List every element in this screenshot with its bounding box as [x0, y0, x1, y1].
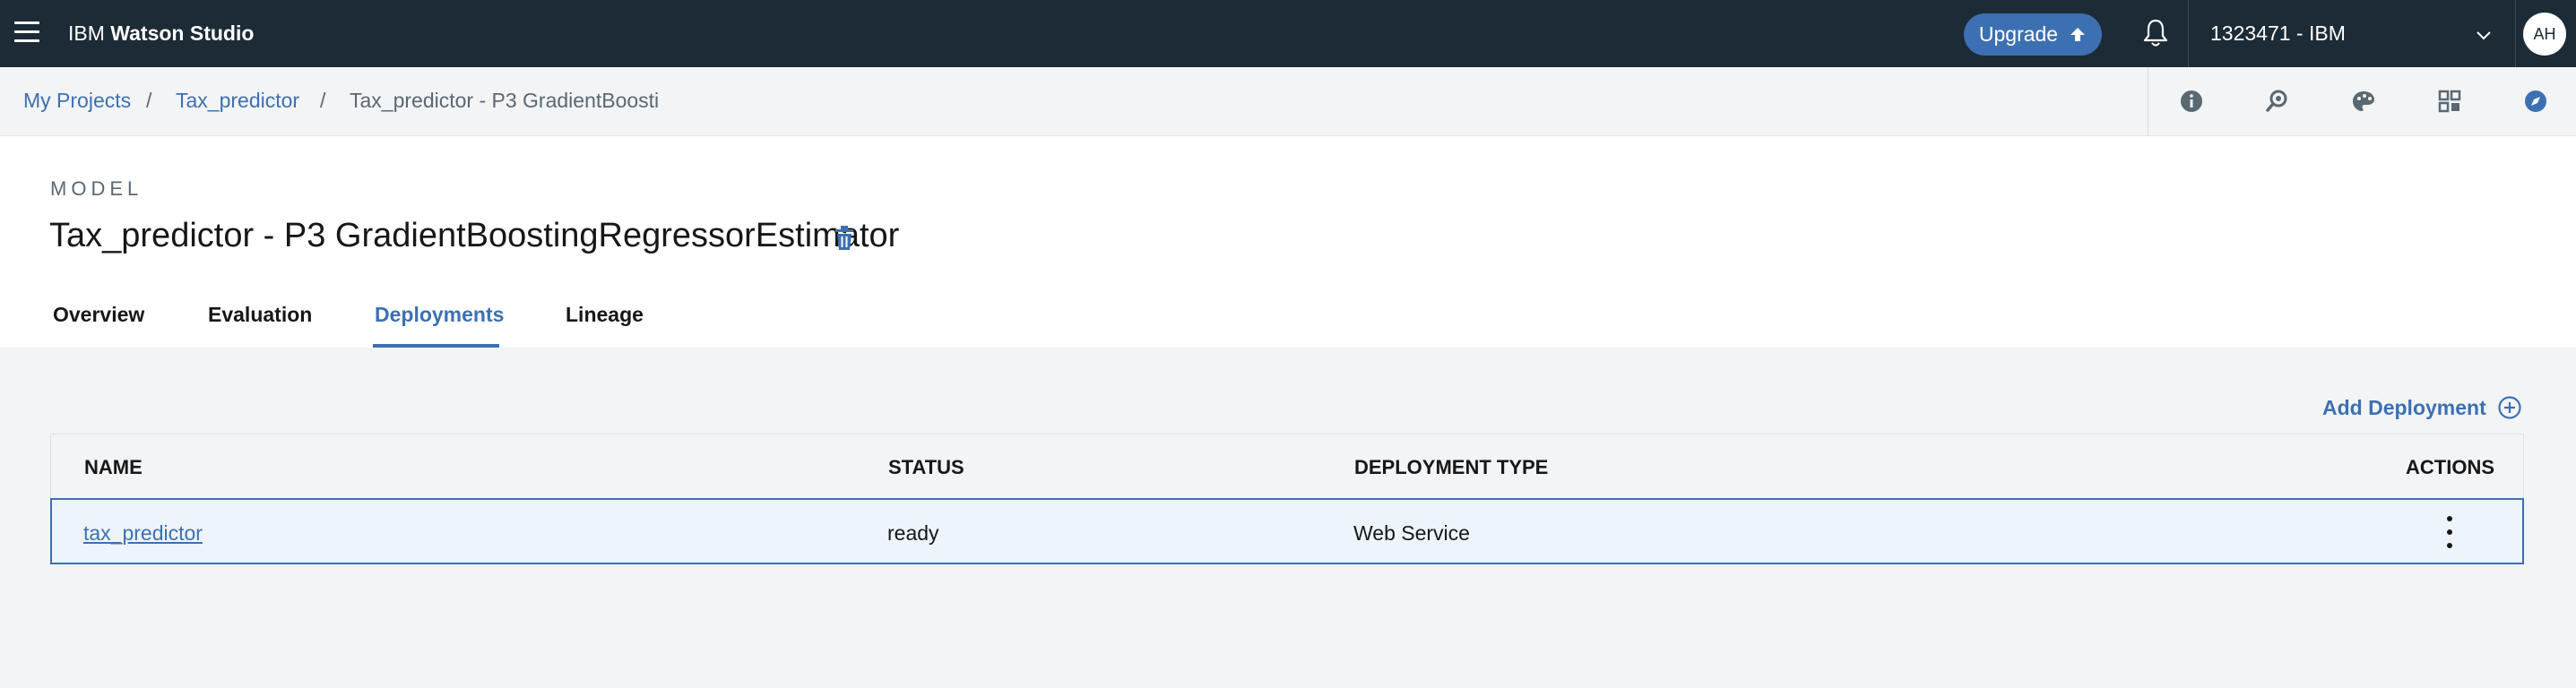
breadcrumb-project[interactable]: Tax_predictor [176, 89, 299, 113]
breadcrumb-separator: / [146, 89, 152, 112]
deployment-status: ready [887, 521, 939, 545]
tab-overview[interactable]: Overview [53, 303, 144, 327]
column-header-status[interactable]: STATUS [888, 456, 964, 479]
deployments-table: NAME STATUS DEPLOYMENT TYPE ACTIONS tax_… [50, 434, 2524, 564]
table-header: NAME STATUS DEPLOYMENT TYPE ACTIONS [50, 434, 2524, 498]
upload-arrow-icon [2070, 27, 2086, 41]
model-header: MODEL Tax_predictor - P3 GradientBoostin… [0, 136, 2576, 348]
trash-icon[interactable] [834, 225, 855, 252]
upgrade-button[interactable]: Upgrade [1964, 13, 2102, 56]
notification-bell-icon[interactable] [2141, 18, 2170, 48]
column-header-name[interactable]: NAME [84, 456, 143, 479]
page-title: Tax_predictor - P3 GradientBoostingRegre… [49, 217, 900, 254]
breadcrumb-bar: My Projects / Tax_predictor / Tax_predic… [0, 67, 2576, 136]
search-settings-icon[interactable] [2263, 87, 2292, 116]
hamburger-menu-icon[interactable] [14, 22, 39, 45]
user-avatar[interactable]: AH [2523, 13, 2566, 56]
add-deployment-label: Add Deployment [2322, 395, 2486, 419]
tab-deployments[interactable]: Deployments [375, 303, 504, 327]
deployment-name-link[interactable]: tax_predictor [83, 521, 203, 546]
breadcrumb-separator: / [320, 89, 326, 112]
breadcrumb-current: Tax_predictor - P3 GradientBoosti [350, 89, 660, 112]
compass-icon[interactable] [2521, 87, 2550, 116]
active-tab-indicator [373, 344, 499, 348]
topbar-divider [2188, 0, 2189, 67]
chevron-down-icon[interactable] [2474, 25, 2494, 45]
add-circle-icon [2498, 396, 2521, 419]
apps-grid-icon[interactable] [2435, 87, 2464, 116]
model-eyebrow: MODEL [50, 177, 143, 200]
breadcrumb-my-projects[interactable]: My Projects [23, 89, 131, 113]
add-deployment-button[interactable]: Add Deployment [2322, 395, 2522, 420]
overflow-menu-icon[interactable] [2444, 516, 2455, 548]
tab-lineage[interactable]: Lineage [566, 303, 644, 327]
brand-name: Watson Studio [110, 22, 255, 45]
account-selector[interactable]: 1323471 - IBM [2210, 22, 2346, 46]
column-header-actions: ACTIONS [2406, 456, 2494, 478]
column-header-deployment-type[interactable]: DEPLOYMENT TYPE [1354, 456, 1548, 479]
upgrade-label: Upgrade [1978, 22, 2059, 46]
info-icon[interactable] [2177, 87, 2206, 116]
palette-icon[interactable] [2349, 87, 2378, 116]
deployment-type: Web Service [1353, 521, 1470, 545]
tab-evaluation[interactable]: Evaluation [208, 303, 312, 327]
topbar-divider [2515, 0, 2516, 67]
brand-prefix: IBM [68, 22, 105, 45]
top-navigation-bar: IBM Watson Studio Upgrade 1323471 - IBM … [0, 0, 2576, 67]
app-brand[interactable]: IBM Watson Studio [68, 22, 254, 46]
table-row[interactable]: tax_predictor ready Web Service [50, 498, 2524, 564]
